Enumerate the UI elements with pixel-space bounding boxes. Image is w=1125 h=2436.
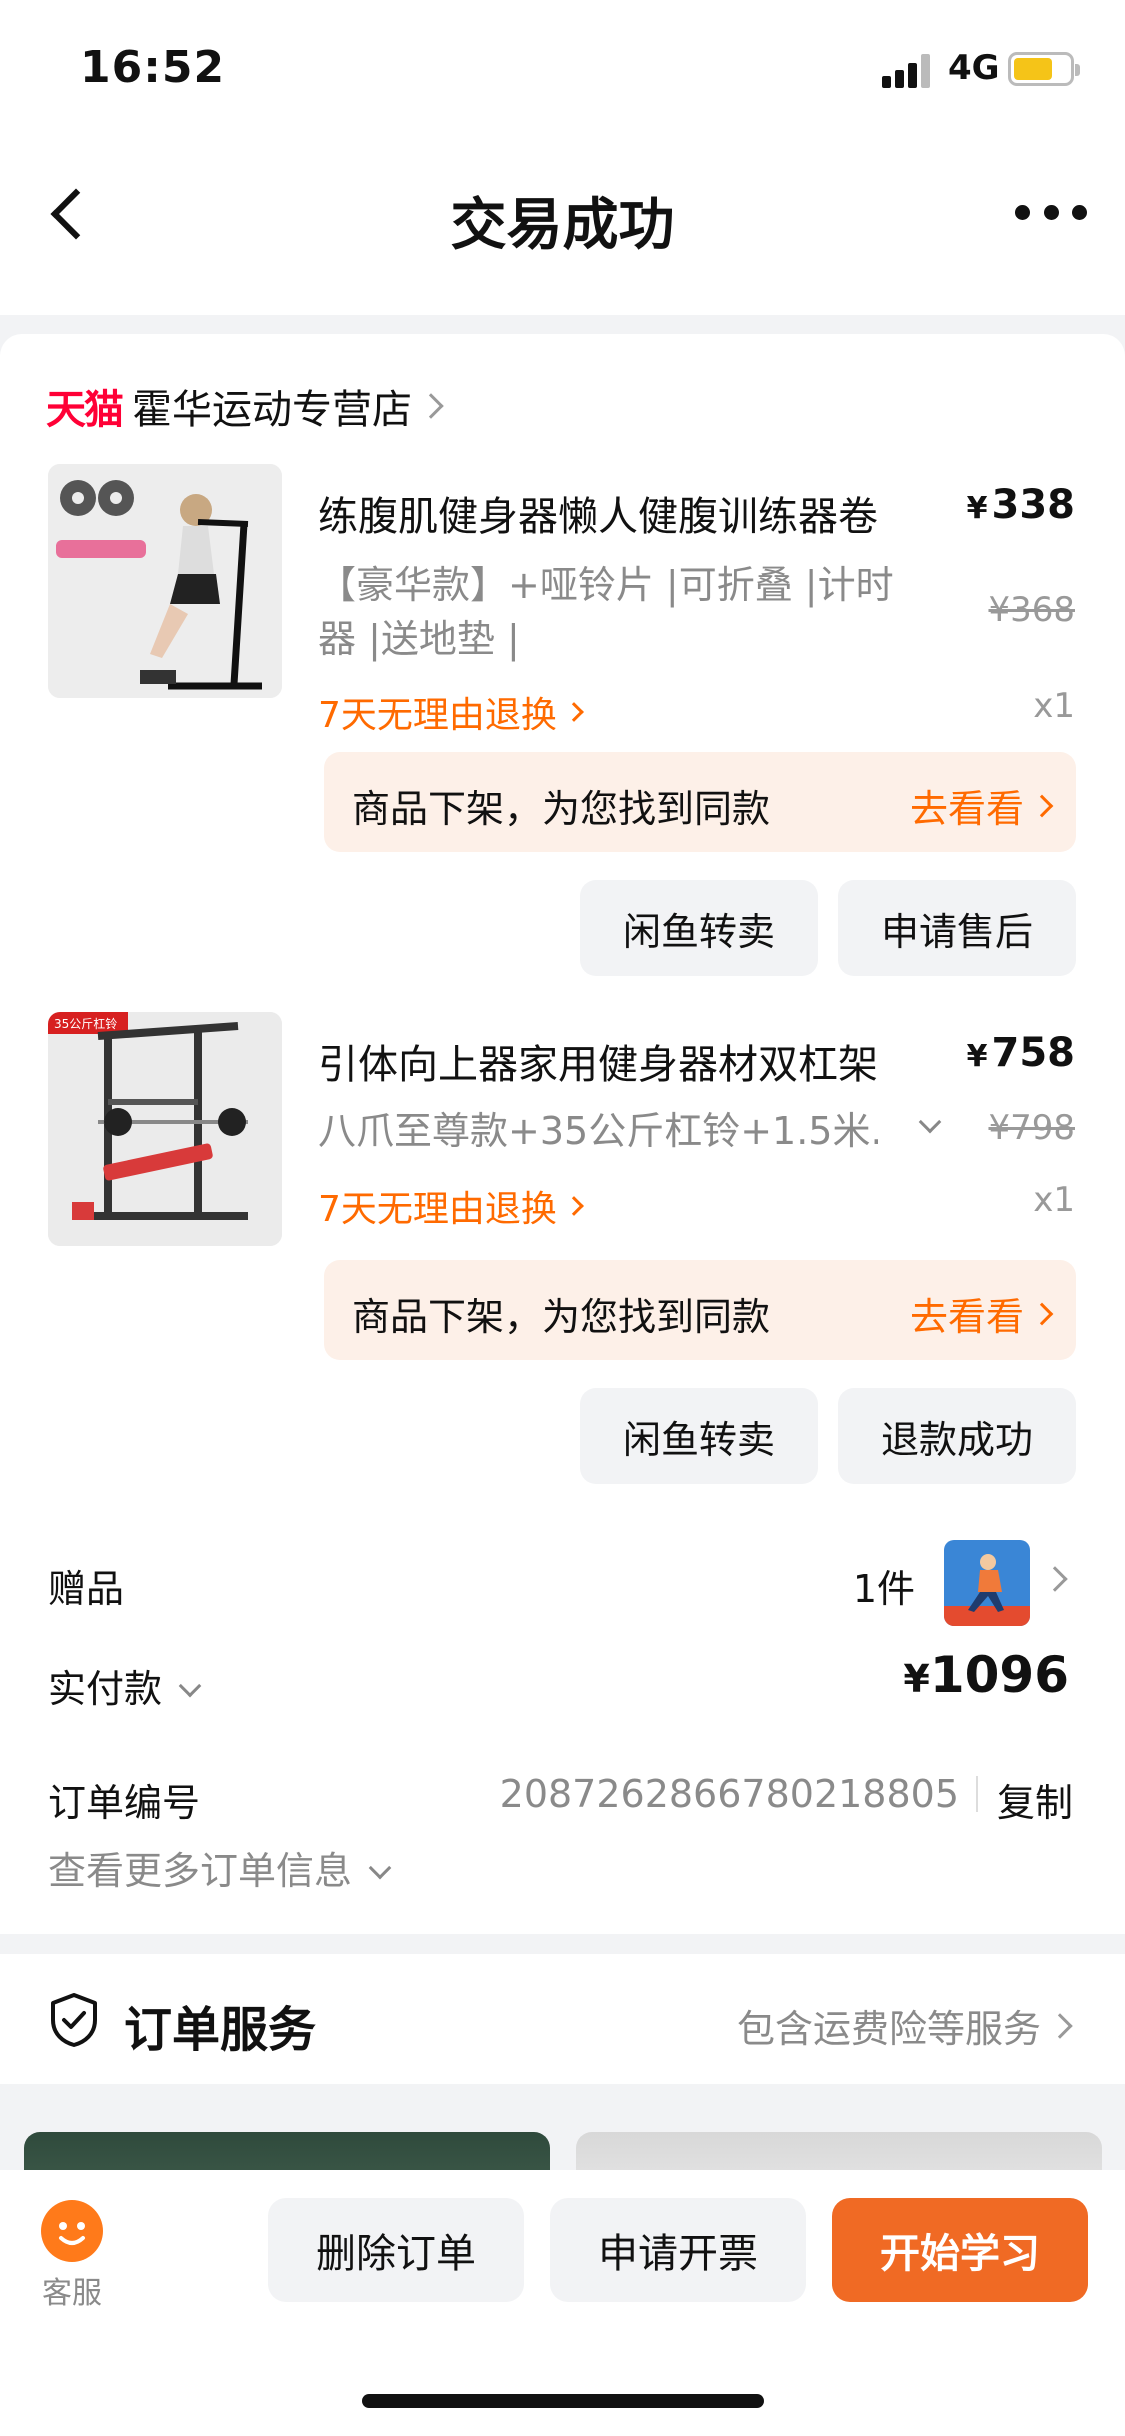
return-policy-label: 7天无理由退换 — [318, 1189, 557, 1230]
chevron-down-icon — [178, 1674, 202, 1698]
similar-item-banner[interactable]: 商品下架，为您找到同款 去看看 — [324, 752, 1076, 852]
page-title: 交易成功 — [450, 193, 675, 258]
original-price: ¥368 — [988, 590, 1075, 630]
chevron-right-icon — [564, 1196, 584, 1216]
chevron-right-icon[interactable] — [1042, 1566, 1068, 1592]
product-image[interactable]: 35公斤杠铃 — [48, 1012, 282, 1246]
product-spec[interactable]: 【豪华款】+哑铃片 |可折叠 |计时器 |送地垫 | — [318, 558, 908, 666]
price-value: 758 — [991, 1030, 1076, 1076]
chevron-right-icon — [418, 393, 444, 419]
more-order-info-label: 查看更多订单信息 — [48, 1849, 353, 1893]
return-policy-label: 7天无理由退换 — [318, 695, 557, 736]
resell-button[interactable]: 闲鱼转卖 — [580, 880, 818, 976]
order-number-label: 订单编号 — [48, 1781, 201, 1825]
similar-item-banner[interactable]: 商品下架，为您找到同款 去看看 — [324, 1260, 1076, 1360]
store-name: 霍华运动专营店 — [132, 387, 412, 433]
product-price: ¥758 — [967, 1030, 1075, 1076]
start-learning-button[interactable]: 开始学习 — [832, 2198, 1088, 2302]
gift-count[interactable]: 1件 — [853, 1558, 915, 1613]
paid-label: 实付款 — [48, 1667, 163, 1711]
status-time: 16:52 — [80, 42, 226, 93]
view-similar-label: 去看看 — [909, 787, 1024, 831]
view-similar-label: 去看看 — [909, 1295, 1024, 1339]
status-bar: 16:52 4G — [0, 0, 1125, 140]
refund-status-button[interactable]: 退款成功 — [838, 1388, 1076, 1484]
price-value: 338 — [991, 482, 1076, 528]
return-policy[interactable]: 7天无理由退换 — [318, 1180, 584, 1232]
gift-image[interactable] — [944, 1540, 1030, 1626]
currency-symbol: ¥ — [966, 491, 988, 526]
currency-symbol: ¥ — [966, 1039, 988, 1074]
gift-label: 赠品 — [48, 1567, 125, 1611]
currency-symbol: ¥ — [903, 1657, 930, 1701]
chevron-right-icon — [1047, 2012, 1073, 2039]
order-service-row[interactable]: 订单服务 包含运费险等服务 — [0, 1954, 1125, 2084]
similar-text: 商品下架，为您找到同款 — [352, 787, 771, 831]
store-header[interactable]: 天猫 霍华运动专营店 — [46, 376, 444, 436]
resell-button[interactable]: 闲鱼转卖 — [580, 1388, 818, 1484]
customer-service-label: 客服 — [42, 2276, 102, 2311]
chevron-right-icon — [1030, 794, 1054, 817]
request-invoice-button[interactable]: 申请开票 — [550, 2198, 806, 2302]
order-service-desc[interactable]: 包含运费险等服务 — [736, 1998, 1073, 2053]
order-number: 2087262866780218805 — [499, 1772, 959, 1816]
order-service-desc-label: 包含运费险等服务 — [736, 2007, 1041, 2051]
battery-icon — [1008, 52, 1080, 86]
image-tag-text: 35公斤杠铃 — [54, 1016, 117, 1031]
customer-service-icon — [41, 2200, 103, 2262]
delete-order-button[interactable]: 删除订单 — [268, 2198, 524, 2302]
customer-service-button[interactable]: 客服 — [36, 2200, 108, 2312]
home-indicator[interactable] — [362, 2394, 764, 2408]
signal-icon — [882, 54, 932, 88]
tmall-logo: 天猫 — [46, 387, 124, 433]
divider — [976, 1776, 978, 1812]
network-type: 4G — [948, 48, 1000, 88]
order-service-title: 订单服务 — [124, 2002, 317, 2058]
shield-icon — [48, 1992, 100, 2048]
original-price: ¥798 — [988, 1108, 1075, 1148]
chevron-down-icon[interactable] — [918, 1110, 942, 1134]
view-similar-link[interactable]: 去看看 — [909, 778, 1054, 833]
order-card: 天猫 霍华运动专营店 练腹肌健身器懒人健腹训练器卷 ¥338 【豪华款】+哑铃片… — [0, 334, 1125, 1934]
paid-amount: ¥1096 — [903, 1646, 1069, 1704]
product-spec[interactable]: 八爪至尊款+35公斤杠铃+1.5米... — [318, 1104, 878, 1158]
product-quantity: x1 — [1033, 686, 1075, 726]
product-title[interactable]: 引体向上器家用健身器材双杠架 — [318, 1032, 878, 1090]
copy-button[interactable]: 复制 — [997, 1772, 1073, 1827]
chevron-right-icon — [1030, 1302, 1054, 1325]
view-similar-link[interactable]: 去看看 — [909, 1286, 1054, 1341]
paid-value: 1096 — [929, 1646, 1069, 1704]
more-order-info[interactable]: 查看更多订单信息 — [48, 1840, 392, 1895]
product-image[interactable] — [48, 464, 282, 698]
paid-label-row[interactable]: 实付款 — [48, 1658, 202, 1713]
product-title[interactable]: 练腹肌健身器懒人健腹训练器卷 — [318, 484, 878, 542]
similar-text: 商品下架，为您找到同款 — [352, 1295, 771, 1339]
more-icon[interactable] — [1015, 200, 1087, 224]
product-price: ¥338 — [967, 482, 1075, 528]
chevron-right-icon — [564, 702, 584, 722]
nav-bar: 交易成功 — [0, 140, 1125, 315]
product-quantity: x1 — [1033, 1180, 1075, 1220]
return-policy[interactable]: 7天无理由退换 — [318, 686, 584, 738]
chevron-down-icon — [368, 1856, 392, 1880]
after-sale-button[interactable]: 申请售后 — [838, 880, 1076, 976]
